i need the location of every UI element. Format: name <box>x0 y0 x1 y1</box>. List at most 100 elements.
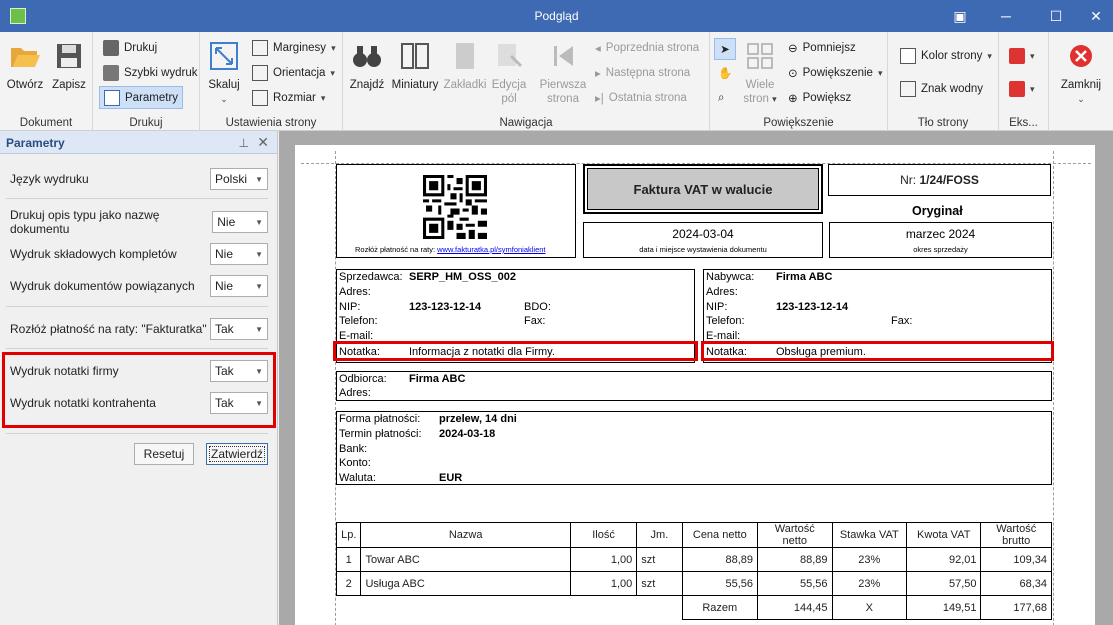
find-button[interactable]: Znajdź <box>349 40 385 92</box>
sum-spacer <box>337 596 683 620</box>
chevron-down-icon: ▾ <box>330 67 335 78</box>
table-row: 2 Usługa ABC 1,00 szt 55,56 55,56 23% 57… <box>335 571 1052 596</box>
edit-fields-button[interactable]: Edycja pól <box>489 40 529 106</box>
buyer-nip-label: NIP: <box>706 301 728 313</box>
magnifier-icon: ⌕ <box>718 91 725 104</box>
qr-link[interactable]: www.fakturatka.pl/symfoniaklient <box>437 245 545 254</box>
page-color-icon <box>900 48 916 64</box>
watermark-button[interactable]: Znak wodny <box>900 79 983 99</box>
reset-button[interactable]: Resetuj <box>134 443 194 465</box>
ribbon-group-drukuj: Drukuj Szybki wydruk Parametry Drukuj <box>93 32 200 131</box>
header-vat-rate: Stawka VAT <box>831 522 908 548</box>
chevron-down-icon: ▾ <box>331 42 336 53</box>
title-box-outer: Faktura VAT w walucie <box>583 164 823 214</box>
pointer-tool-button[interactable]: ➤ <box>714 38 736 60</box>
export-email-button[interactable]: ▾ <box>1009 79 1035 99</box>
bookmarks-button[interactable]: Zakładki <box>443 40 487 92</box>
minimize-button[interactable]: ─ <box>983 0 1029 32</box>
payment-form: przelew, 14 dni <box>439 413 517 425</box>
chevron-down-icon: ▼ <box>255 174 263 184</box>
header-quantity: Ilość <box>569 522 638 548</box>
parameters-icon <box>104 89 120 106</box>
open-button[interactable]: Otwórz <box>4 40 46 92</box>
cell-net-price: 55,56 <box>681 571 759 596</box>
qr-code <box>423 175 487 239</box>
zoom-dropdown[interactable]: ⊙ Powiększenie ▾ <box>788 63 883 83</box>
group-label-powiekszenie: Powiększenie <box>763 117 834 129</box>
nr-label: Nr: <box>900 173 917 187</box>
items-table: Lp. Nazwa Ilość Jm. Cena netto Wartość n… <box>335 522 1052 620</box>
cell-vat-amount: 57,50 <box>905 571 982 596</box>
zoom-in-button[interactable]: ⊕ Powiększ <box>788 88 851 108</box>
hand-icon: ✋ <box>718 68 733 80</box>
related-documents-select[interactable]: Nie ▼ <box>210 275 268 297</box>
header-vat-amount: Kwota VAT <box>905 522 982 548</box>
type-description-select[interactable]: Nie ▼ <box>212 211 268 233</box>
param-row-type-description: Drukuj opis typu jako nazwę dokumentu Nie… <box>10 208 268 236</box>
export-pdf-button[interactable]: ▾ <box>1009 46 1035 66</box>
param-row-language: Język wydruku Polski ▼ <box>10 168 268 190</box>
header-name: Nazwa <box>360 522 571 548</box>
cell-unit: szt <box>636 571 683 596</box>
previous-page-button[interactable]: ◂ Poprzednia strona <box>595 38 699 58</box>
last-page-button[interactable]: ▸| Ostatnia strona <box>595 88 687 108</box>
pin-icon[interactable]: ⊥ <box>239 136 249 150</box>
language-select[interactable]: Polski ▼ <box>210 168 268 190</box>
close-icon[interactable]: ✕ <box>257 134 269 151</box>
parameters-button[interactable]: Parametry <box>99 86 184 109</box>
save-button[interactable]: Zapisz <box>48 40 90 92</box>
ribbon-group-eksport: ▾ ▾ Eks... <box>999 32 1049 131</box>
close-preview-button[interactable]: Zamknij ⌄ <box>1057 40 1105 106</box>
thumbnails-button[interactable]: Miniatury <box>391 40 439 92</box>
cell-vat-rate: 23% <box>831 547 908 572</box>
page-size-icon <box>252 90 268 106</box>
confirm-button[interactable]: Zatwierdź <box>206 443 268 465</box>
prev-arrow-icon: ◂ <box>595 43 601 55</box>
sum-label: Razem <box>681 595 759 620</box>
close-window-button[interactable]: ✕ <box>1073 0 1113 32</box>
chevron-down-icon: ▾ <box>987 50 992 61</box>
sum-vat-amount: 149,51 <box>905 595 982 620</box>
ribbon-group-dokument: Otwórz Zapisz Dokument <box>0 32 93 131</box>
parameters-panel: Parametry ⊥ ✕ Język wydruku Polski ▼ Druku… <box>0 131 278 625</box>
orientation-button[interactable]: Orientacja ▾ <box>252 63 335 83</box>
size-button[interactable]: Rozmiar ▾ <box>252 88 325 108</box>
receiver-box: Odbiorca: Firma ABC Adres: <box>336 371 1052 401</box>
header-net-value: Wartość netto <box>757 522 833 548</box>
many-pages-button[interactable]: Wiele stron ▾ <box>740 40 780 106</box>
next-page-button[interactable]: ▸ Następna strona <box>595 63 690 83</box>
scale-icon <box>210 42 238 70</box>
restore-layout-icon[interactable]: ▣ <box>937 0 983 32</box>
buyer-name: Firma ABC <box>776 271 833 283</box>
kit-components-select[interactable]: Nie ▼ <box>210 243 268 265</box>
issue-date: 2024-03-04 <box>672 227 734 241</box>
title-bar: Podgląd ▣ ─ ☐ ✕ <box>0 0 1113 32</box>
cell-net-value: 88,89 <box>757 547 833 572</box>
hand-tool-button[interactable]: ✋ <box>718 63 732 83</box>
cell-vat-amount: 92,01 <box>905 547 982 572</box>
cell-gross-value: 109,34 <box>980 547 1052 572</box>
next-arrow-icon: ▸ <box>595 68 601 80</box>
qr-caption: Rozłóż płatność na raty: <box>355 245 436 254</box>
scale-button[interactable]: Skaluj ⌄ <box>206 40 242 106</box>
chevron-down-icon: ▼ <box>255 217 263 227</box>
param-row-related-documents: Wydruk dokumentów powiązanych Nie ▼ <box>10 275 268 297</box>
buyer-address-label: Adres: <box>706 286 738 298</box>
page-color-button[interactable]: Kolor strony ▾ <box>900 46 992 66</box>
table-sum-row: Razem 144,45 X 149,51 177,68 <box>337 595 1052 620</box>
first-page-button[interactable]: Pierwsza strona <box>539 40 587 106</box>
document-preview[interactable]: Rozłóż płatność na raty: www.fakturatka.… <box>279 131 1113 625</box>
cell-lp: 1 <box>335 547 362 572</box>
zoom-out-button[interactable]: ⊖ Pomniejsz <box>788 38 856 58</box>
invoice-number: 1/24/FOSS <box>919 173 979 187</box>
orientation-icon <box>252 65 268 81</box>
margins-button[interactable]: Marginesy ▾ <box>252 38 336 58</box>
seller-label: Sprzedawca: <box>339 271 403 283</box>
quick-print-button[interactable]: Szybki wydruk <box>103 63 198 83</box>
installments-select[interactable]: Tak ▼ <box>210 318 268 340</box>
zoom-tool-button[interactable]: ⌕ <box>718 88 724 108</box>
ribbon-group-close: Zamknij ⌄ <box>1049 32 1113 131</box>
cell-quantity: 1,00 <box>569 571 638 596</box>
folder-open-icon <box>11 48 40 67</box>
print-button[interactable]: Drukuj <box>103 38 157 58</box>
